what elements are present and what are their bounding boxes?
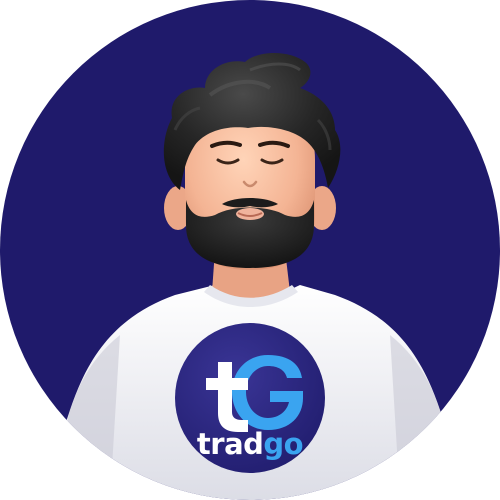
- wordmark-go: go: [263, 427, 303, 461]
- wordmark-trad: trad: [197, 427, 264, 461]
- avatar-profile-picture: tradgo: [0, 0, 500, 500]
- avatar-illustration: tradgo: [0, 0, 500, 500]
- tradgo-logo-badge: tradgo: [175, 323, 325, 473]
- tradgo-wordmark: tradgo: [197, 427, 303, 461]
